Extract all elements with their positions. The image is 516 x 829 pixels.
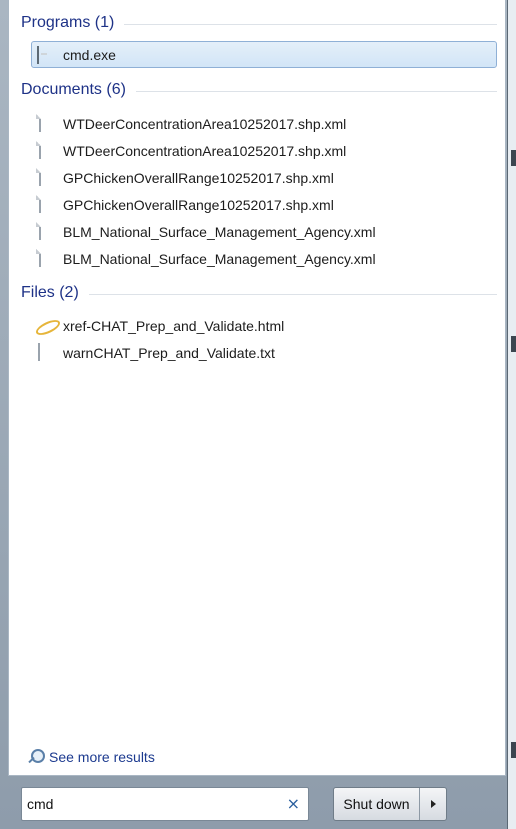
desktop-fragment	[511, 150, 516, 166]
list-item[interactable]: GPChickenOverallRange10252017.shp.xml	[31, 164, 497, 191]
see-more-label: See more results	[49, 749, 155, 765]
divider	[88, 293, 497, 295]
group-header-documents[interactable]: Documents (6)	[21, 79, 497, 101]
list-item[interactable]: warnCHAT_Prep_and_Validate.txt	[31, 339, 497, 366]
list-item-label: GPChickenOverallRange10252017.shp.xml	[63, 169, 334, 186]
list-item[interactable]: WTDeerConcentrationArea10252017.shp.xml	[31, 110, 497, 137]
cmd-icon	[37, 45, 39, 64]
clear-search-icon[interactable]: ×	[287, 795, 300, 813]
document-icon	[39, 113, 41, 132]
shutdown-button-group: Shut down	[333, 787, 447, 821]
group-header-programs[interactable]: Programs (1)	[21, 12, 497, 34]
list-item[interactable]: BLM_National_Surface_Management_Agency.x…	[31, 218, 497, 245]
search-input[interactable]	[27, 792, 277, 816]
shutdown-button[interactable]: Shut down	[334, 788, 420, 820]
desktop-fragment	[511, 336, 516, 352]
list-item-cmd[interactable]: cmd.exe	[31, 41, 497, 68]
triangle-right-icon	[430, 800, 436, 808]
document-icon	[39, 248, 41, 267]
list-item-label: WTDeerConcentrationArea10252017.shp.xml	[63, 115, 347, 132]
group-title-documents: Documents (6)	[21, 81, 126, 98]
search-box[interactable]: ×	[21, 787, 309, 821]
document-icon	[39, 167, 41, 186]
list-item-label: GPChickenOverallRange10252017.shp.xml	[63, 196, 334, 213]
document-icon	[39, 194, 41, 213]
group-title-programs: Programs (1)	[21, 14, 115, 31]
see-more-results-link[interactable]: See more results	[27, 748, 155, 766]
magnifier-icon	[27, 748, 45, 766]
desktop-edge	[508, 0, 516, 829]
group-title-files: Files (2)	[21, 284, 79, 301]
group-header-files[interactable]: Files (2)	[21, 282, 497, 304]
list-item[interactable]: xref-CHAT_Prep_and_Validate.html	[31, 312, 497, 339]
list-item-label: warnCHAT_Prep_and_Validate.txt	[63, 344, 275, 361]
divider	[124, 23, 497, 25]
text-file-icon	[38, 342, 40, 361]
list-item[interactable]: WTDeerConcentrationArea10252017.shp.xml	[31, 137, 497, 164]
start-menu: Programs (1) cmd.exe Documents (6) WTDee…	[0, 0, 508, 829]
list-item[interactable]: BLM_National_Surface_Management_Agency.x…	[31, 245, 497, 272]
shutdown-options-button[interactable]	[420, 788, 446, 820]
search-results-pane: Programs (1) cmd.exe Documents (6) WTDee…	[8, 0, 506, 776]
list-item-label: xref-CHAT_Prep_and_Validate.html	[63, 317, 285, 334]
list-item-label: BLM_National_Surface_Management_Agency.x…	[63, 250, 376, 267]
list-item[interactable]: GPChickenOverallRange10252017.shp.xml	[31, 191, 497, 218]
list-item-label: BLM_National_Surface_Management_Agency.x…	[63, 223, 376, 240]
list-item-label: cmd.exe	[63, 46, 116, 63]
desktop-fragment	[511, 742, 516, 758]
list-item-label: WTDeerConcentrationArea10252017.shp.xml	[63, 142, 347, 159]
document-icon	[39, 221, 41, 240]
document-icon	[39, 140, 41, 159]
divider	[135, 90, 497, 92]
